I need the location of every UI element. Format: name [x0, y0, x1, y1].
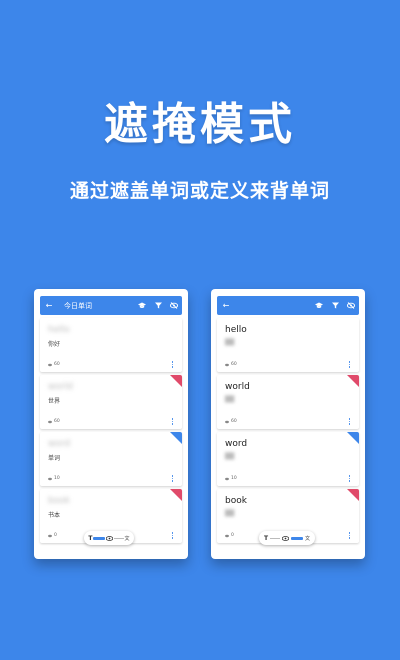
word-text: book: [225, 496, 247, 506]
phone-screen-left: ← 今日单词 hello 你好 60 world 世界 60 word 单词 1…: [34, 289, 188, 559]
eye-icon: [48, 477, 52, 480]
eye-icon: [225, 363, 229, 366]
mask-slider[interactable]: [93, 536, 106, 540]
review-count-value: 60: [231, 362, 237, 367]
subline: 通过遮盖单词或定义来背单词: [69, 180, 330, 202]
review-count: 60: [48, 419, 60, 424]
phone-screen-right: ← hello ██ 60 world ██ 60 word ██ 10 boo…: [211, 289, 365, 559]
list-item[interactable]: hello 你好 60: [40, 318, 182, 372]
tag-corner: [170, 432, 182, 444]
app-bar-title: 今日单词: [64, 301, 92, 310]
meaning-text-masked: ██: [225, 453, 235, 460]
graduation-cap-icon[interactable]: [311, 302, 327, 309]
list-item[interactable]: hello ██ 60: [217, 318, 359, 372]
mask-slider[interactable]: [290, 536, 303, 540]
tag-corner: [170, 375, 182, 387]
word-text: world: [48, 382, 73, 392]
more-vert-icon[interactable]: [171, 532, 174, 539]
eye-off-icon[interactable]: [343, 302, 359, 309]
tag-corner: [347, 375, 359, 387]
meaning-text: 你好: [48, 341, 61, 348]
word-list: hello 你好 60 world 世界 60 word 单词 10 book …: [40, 318, 182, 546]
more-vert-icon[interactable]: [348, 475, 351, 482]
graduation-cap-icon[interactable]: [134, 302, 150, 309]
word-text: book: [48, 496, 70, 506]
review-count: 0: [225, 533, 234, 538]
review-count-value: 60: [54, 362, 60, 367]
review-count-value: 60: [231, 419, 237, 424]
more-vert-icon[interactable]: [348, 418, 351, 425]
review-count-value: 10: [54, 476, 60, 481]
eye-icon[interactable]: [282, 535, 290, 541]
more-vert-icon[interactable]: [171, 418, 174, 425]
filter-icon[interactable]: [150, 302, 166, 309]
word-text: hello: [48, 325, 70, 335]
word-text: word: [225, 439, 248, 449]
translate-icon[interactable]: 文: [125, 535, 130, 542]
review-count: 10: [225, 476, 237, 481]
mask-slider-track[interactable]: [113, 537, 124, 539]
review-count: 0: [48, 533, 57, 538]
more-vert-icon[interactable]: [348, 532, 351, 539]
filter-icon[interactable]: [327, 302, 343, 309]
tag-corner: [170, 489, 182, 501]
back-arrow-icon[interactable]: ←: [219, 301, 233, 310]
eye-icon[interactable]: [106, 535, 113, 541]
text-mode-icon[interactable]: T: [264, 535, 268, 542]
list-item[interactable]: word 单词 10: [40, 432, 182, 486]
list-item[interactable]: world 世界 60: [40, 375, 182, 429]
eye-icon: [48, 534, 52, 537]
eye-icon: [225, 420, 229, 423]
tag-corner: [347, 489, 359, 501]
eye-icon: [48, 363, 52, 366]
meaning-text-masked: ██: [225, 396, 235, 403]
translate-icon[interactable]: 文: [305, 535, 310, 542]
review-count-value: 10: [231, 476, 237, 481]
text-mode-icon[interactable]: T: [88, 535, 92, 542]
app-bar: ← 今日单词: [40, 296, 182, 315]
meaning-text: 世界: [48, 398, 61, 405]
list-item[interactable]: word ██ 10: [217, 432, 359, 486]
list-item[interactable]: world ██ 60: [217, 375, 359, 429]
word-text: world: [225, 382, 250, 392]
word-text: hello: [225, 325, 247, 335]
review-count: 60: [225, 362, 237, 367]
review-count-value: 60: [54, 419, 60, 424]
app-bar: ←: [217, 296, 359, 315]
meaning-text: 单词: [48, 455, 61, 462]
meaning-text-masked: ██: [225, 339, 235, 346]
word-text: word: [48, 439, 71, 449]
tag-corner: [347, 432, 359, 444]
mask-slider-track[interactable]: [270, 537, 281, 539]
review-count-value: 0: [54, 533, 57, 538]
mask-toolbar: T 文: [259, 531, 315, 545]
review-count: 10: [48, 476, 60, 481]
meaning-text: 书本: [48, 512, 61, 519]
review-count-value: 0: [231, 533, 234, 538]
review-count: 60: [48, 362, 60, 367]
more-vert-icon[interactable]: [348, 361, 351, 368]
review-count: 60: [225, 419, 237, 424]
more-vert-icon[interactable]: [171, 361, 174, 368]
word-list: hello ██ 60 world ██ 60 word ██ 10 book …: [217, 318, 359, 546]
back-arrow-icon[interactable]: ←: [42, 301, 56, 310]
more-vert-icon[interactable]: [171, 475, 174, 482]
eye-icon: [48, 420, 52, 423]
meaning-text-masked: ██: [225, 510, 235, 517]
headline: 遮掩模式: [104, 99, 296, 150]
mask-toolbar: T 文: [84, 531, 134, 545]
eye-off-icon[interactable]: [166, 302, 182, 309]
eye-icon: [225, 534, 229, 537]
eye-icon: [225, 477, 229, 480]
